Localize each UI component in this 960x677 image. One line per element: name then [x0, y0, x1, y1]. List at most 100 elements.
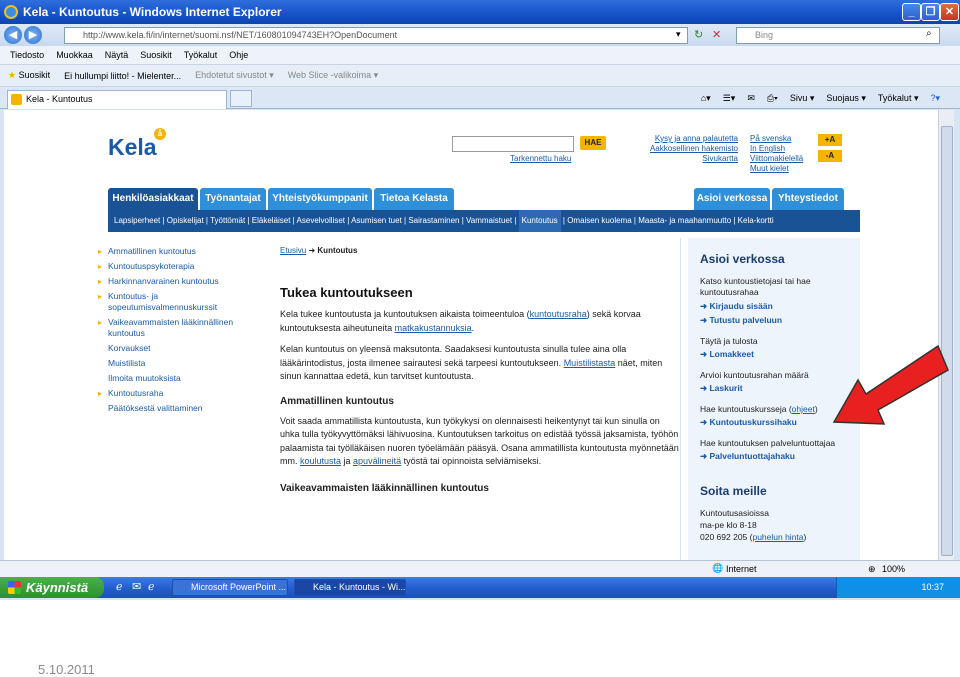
search-input[interactable]: Bing — [736, 27, 940, 44]
zoom-level[interactable]: 100% — [882, 564, 905, 574]
zone-label: Internet — [726, 564, 757, 574]
url-dropdown-icon[interactable]: ▾ — [676, 29, 681, 40]
left-nav-item[interactable]: Ilmoita muutoksista — [98, 373, 248, 384]
lang-sign-link[interactable]: Viittomakielellä — [750, 154, 803, 164]
advanced-search-link[interactable]: Tarkennettu haku — [510, 154, 571, 163]
menu-view[interactable]: Näytä — [105, 50, 129, 60]
nav-vammaistuet[interactable]: Vammaistuet — [466, 216, 512, 225]
quicklaunch-ie2-icon[interactable]: ℯ — [148, 580, 155, 593]
tab-tyonantajat[interactable]: Työnantajat — [200, 188, 266, 210]
favorites-button[interactable]: ★ Suosikit — [8, 70, 50, 81]
help-icon[interactable]: ?▾ — [930, 93, 940, 104]
maximize-button[interactable]: ❐ — [921, 3, 940, 21]
menu-tools[interactable]: Työkalut — [184, 50, 218, 60]
provider-search-link[interactable]: Palveluntuottajahaku — [700, 451, 856, 462]
apuvalineita-link[interactable]: apuvälineitä — [353, 456, 401, 466]
menu-file[interactable]: Tiedosto — [10, 50, 44, 60]
nav-maastamuutto[interactable]: Maasta- ja maahanmuutto — [638, 216, 731, 225]
search-button[interactable]: HAE — [580, 136, 606, 150]
red-arrow-annotation — [832, 344, 949, 425]
left-nav-item[interactable]: Muistilista — [98, 358, 248, 369]
taskbar-powerpoint[interactable]: Microsoft PowerPoint ... — [172, 579, 288, 596]
fav-item-3[interactable]: Web Slice -valikoima ▾ — [288, 70, 378, 81]
minimize-button[interactable]: _ — [902, 3, 921, 21]
left-nav-item[interactable]: Ammatillinen kuntoutus — [98, 246, 248, 257]
home-icon[interactable]: ⌂▾ — [701, 93, 711, 104]
nav-kuntoutus[interactable]: Kuntoutus — [518, 210, 561, 232]
page-menu[interactable]: Sivu ▾ — [790, 93, 815, 104]
stop-icon[interactable]: ✕ — [712, 28, 721, 41]
left-nav-item[interactable]: Kuntoutusraha — [98, 388, 248, 399]
forward-icon[interactable]: ▶ — [24, 26, 42, 44]
sitemap-link[interactable]: Sivukartta — [648, 154, 738, 164]
nav-sairastaminen[interactable]: Sairastaminen — [408, 216, 459, 225]
back-icon[interactable]: ◀ — [4, 26, 22, 44]
lang-other-link[interactable]: Muut kielet — [750, 164, 803, 174]
feedback-link[interactable]: Kysy ja anna palautetta — [648, 134, 738, 144]
tab-yhteystiedot[interactable]: Yhteystiedot — [772, 188, 844, 210]
tab-henkiloasiakkaat[interactable]: Henkilöasiakkaat — [108, 188, 198, 210]
left-nav-item[interactable]: Kuntoutuspsykoterapia — [98, 261, 248, 272]
sidebar-text-8: 020 692 205 (puhelun hinta) — [700, 532, 807, 542]
kuntoutusraha-link[interactable]: kuntoutusraha — [530, 309, 587, 319]
nav-omaisen-kuolema[interactable]: Omaisen kuolema — [567, 216, 631, 225]
taskbar-ie[interactable]: Kela - Kuntoutus - Wi... — [294, 579, 406, 596]
breadcrumb-home[interactable]: Etusivu — [280, 246, 306, 255]
login-link[interactable]: Kirjaudu sisään — [700, 301, 856, 312]
url-field[interactable]: http://www.kela.fi/in/internet/suomi.nsf… — [64, 27, 688, 44]
quicklaunch-ie-icon[interactable]: ℯ — [116, 580, 123, 593]
left-nav-item[interactable]: Korvaukset — [98, 343, 248, 354]
nav-elakelaiset[interactable]: Eläkeläiset — [252, 216, 291, 225]
site-search-input[interactable] — [452, 136, 574, 152]
nav-tyottomat[interactable]: Työttömät — [210, 216, 245, 225]
tab-asioi-verkossa[interactable]: Asioi verkossa — [694, 188, 770, 210]
menu-favorites[interactable]: Suosikit — [140, 50, 172, 60]
tab-tietoa-kelasta[interactable]: Tietoa Kelasta — [374, 188, 454, 210]
start-button[interactable]: Käynnistä — [0, 577, 104, 598]
tutustu-link[interactable]: Tutustu palveluun — [700, 315, 856, 326]
left-nav-item[interactable]: Vaikeavammaisten lääkinnällinen kuntoutu… — [98, 317, 248, 339]
lang-swedish-link[interactable]: På svenska — [750, 134, 803, 144]
tab-yhteistyokumppanit[interactable]: Yhteistyökumppanit — [268, 188, 372, 210]
nav-asevelvolliset[interactable]: Asevelvolliset — [297, 216, 345, 225]
safety-menu[interactable]: Suojaus ▾ — [826, 93, 866, 104]
index-link[interactable]: Aakkosellinen hakemisto — [648, 144, 738, 154]
kela-logo[interactable]: Kela — [108, 134, 157, 161]
refresh-icon[interactable]: ↻ — [694, 28, 703, 41]
menu-edit[interactable]: Muokkaa — [56, 50, 93, 60]
nav-asumisen-tuet[interactable]: Asumisen tuet — [351, 216, 402, 225]
nav-kela-kortti[interactable]: Kela-kortti — [738, 216, 774, 225]
fav-item-1[interactable]: Ei hullumpi liitto! - Mielenter... — [64, 71, 181, 81]
menu-help[interactable]: Ohje — [229, 50, 248, 60]
koulutusta-link[interactable]: koulutusta — [300, 456, 341, 466]
call-price-link[interactable]: puhelun hinta — [752, 532, 803, 542]
sidebar-heading-soita: Soita meille — [700, 484, 767, 498]
left-nav-item[interactable]: Päätöksestä valittaminen — [98, 403, 248, 414]
ohjeet-link[interactable]: ohjeet — [792, 404, 815, 414]
fav-item-2[interactable]: Ehdotetut sivustot ▾ — [195, 70, 274, 81]
nav-opiskelijat[interactable]: Opiskelijat — [167, 216, 204, 225]
left-nav-item[interactable]: Kuntoutus- ja sopeutumisvalmennuskurssit — [98, 291, 248, 313]
vertical-scrollbar[interactable] — [938, 110, 954, 560]
kela-favicon-icon — [11, 94, 22, 105]
left-nav-item[interactable]: Harkinnanvarainen kuntoutus — [98, 276, 248, 287]
font-larger-button[interactable]: +A — [818, 134, 842, 146]
close-button[interactable]: ✕ — [940, 3, 959, 21]
mail-icon[interactable]: ✉ — [747, 93, 755, 104]
matkakustannuksia-link[interactable]: matkakustannuksia — [395, 323, 472, 333]
new-tab-button[interactable] — [230, 90, 252, 107]
page-viewport: Kela å HAE Tarkennettu haku Kysy ja anna… — [4, 110, 938, 560]
feeds-icon[interactable]: ☰▾ — [723, 93, 736, 104]
nav-lapsiperheet[interactable]: Lapsiperheet — [114, 216, 160, 225]
tab-kela-kuntoutus[interactable]: Kela - Kuntoutus — [7, 90, 227, 109]
lang-english-link[interactable]: In English — [750, 144, 803, 154]
font-smaller-button[interactable]: -A — [818, 150, 842, 162]
quicklaunch-mail-icon[interactable]: ✉ — [132, 580, 141, 593]
print-icon[interactable]: ⎙▾ — [767, 93, 778, 104]
intro-paragraph: Kela tukee kuntoutusta ja kuntoutuksen a… — [280, 309, 641, 333]
menu-bar: Tiedosto Muokkaa Näytä Suosikit Työkalut… — [0, 46, 960, 65]
tools-menu[interactable]: Työkalut ▾ — [878, 93, 919, 104]
search-icon[interactable]: ⌕ — [926, 28, 932, 39]
muistilista-link[interactable]: Muistilistasta — [564, 358, 616, 368]
zoom-icon[interactable]: ⊕ — [868, 564, 876, 575]
